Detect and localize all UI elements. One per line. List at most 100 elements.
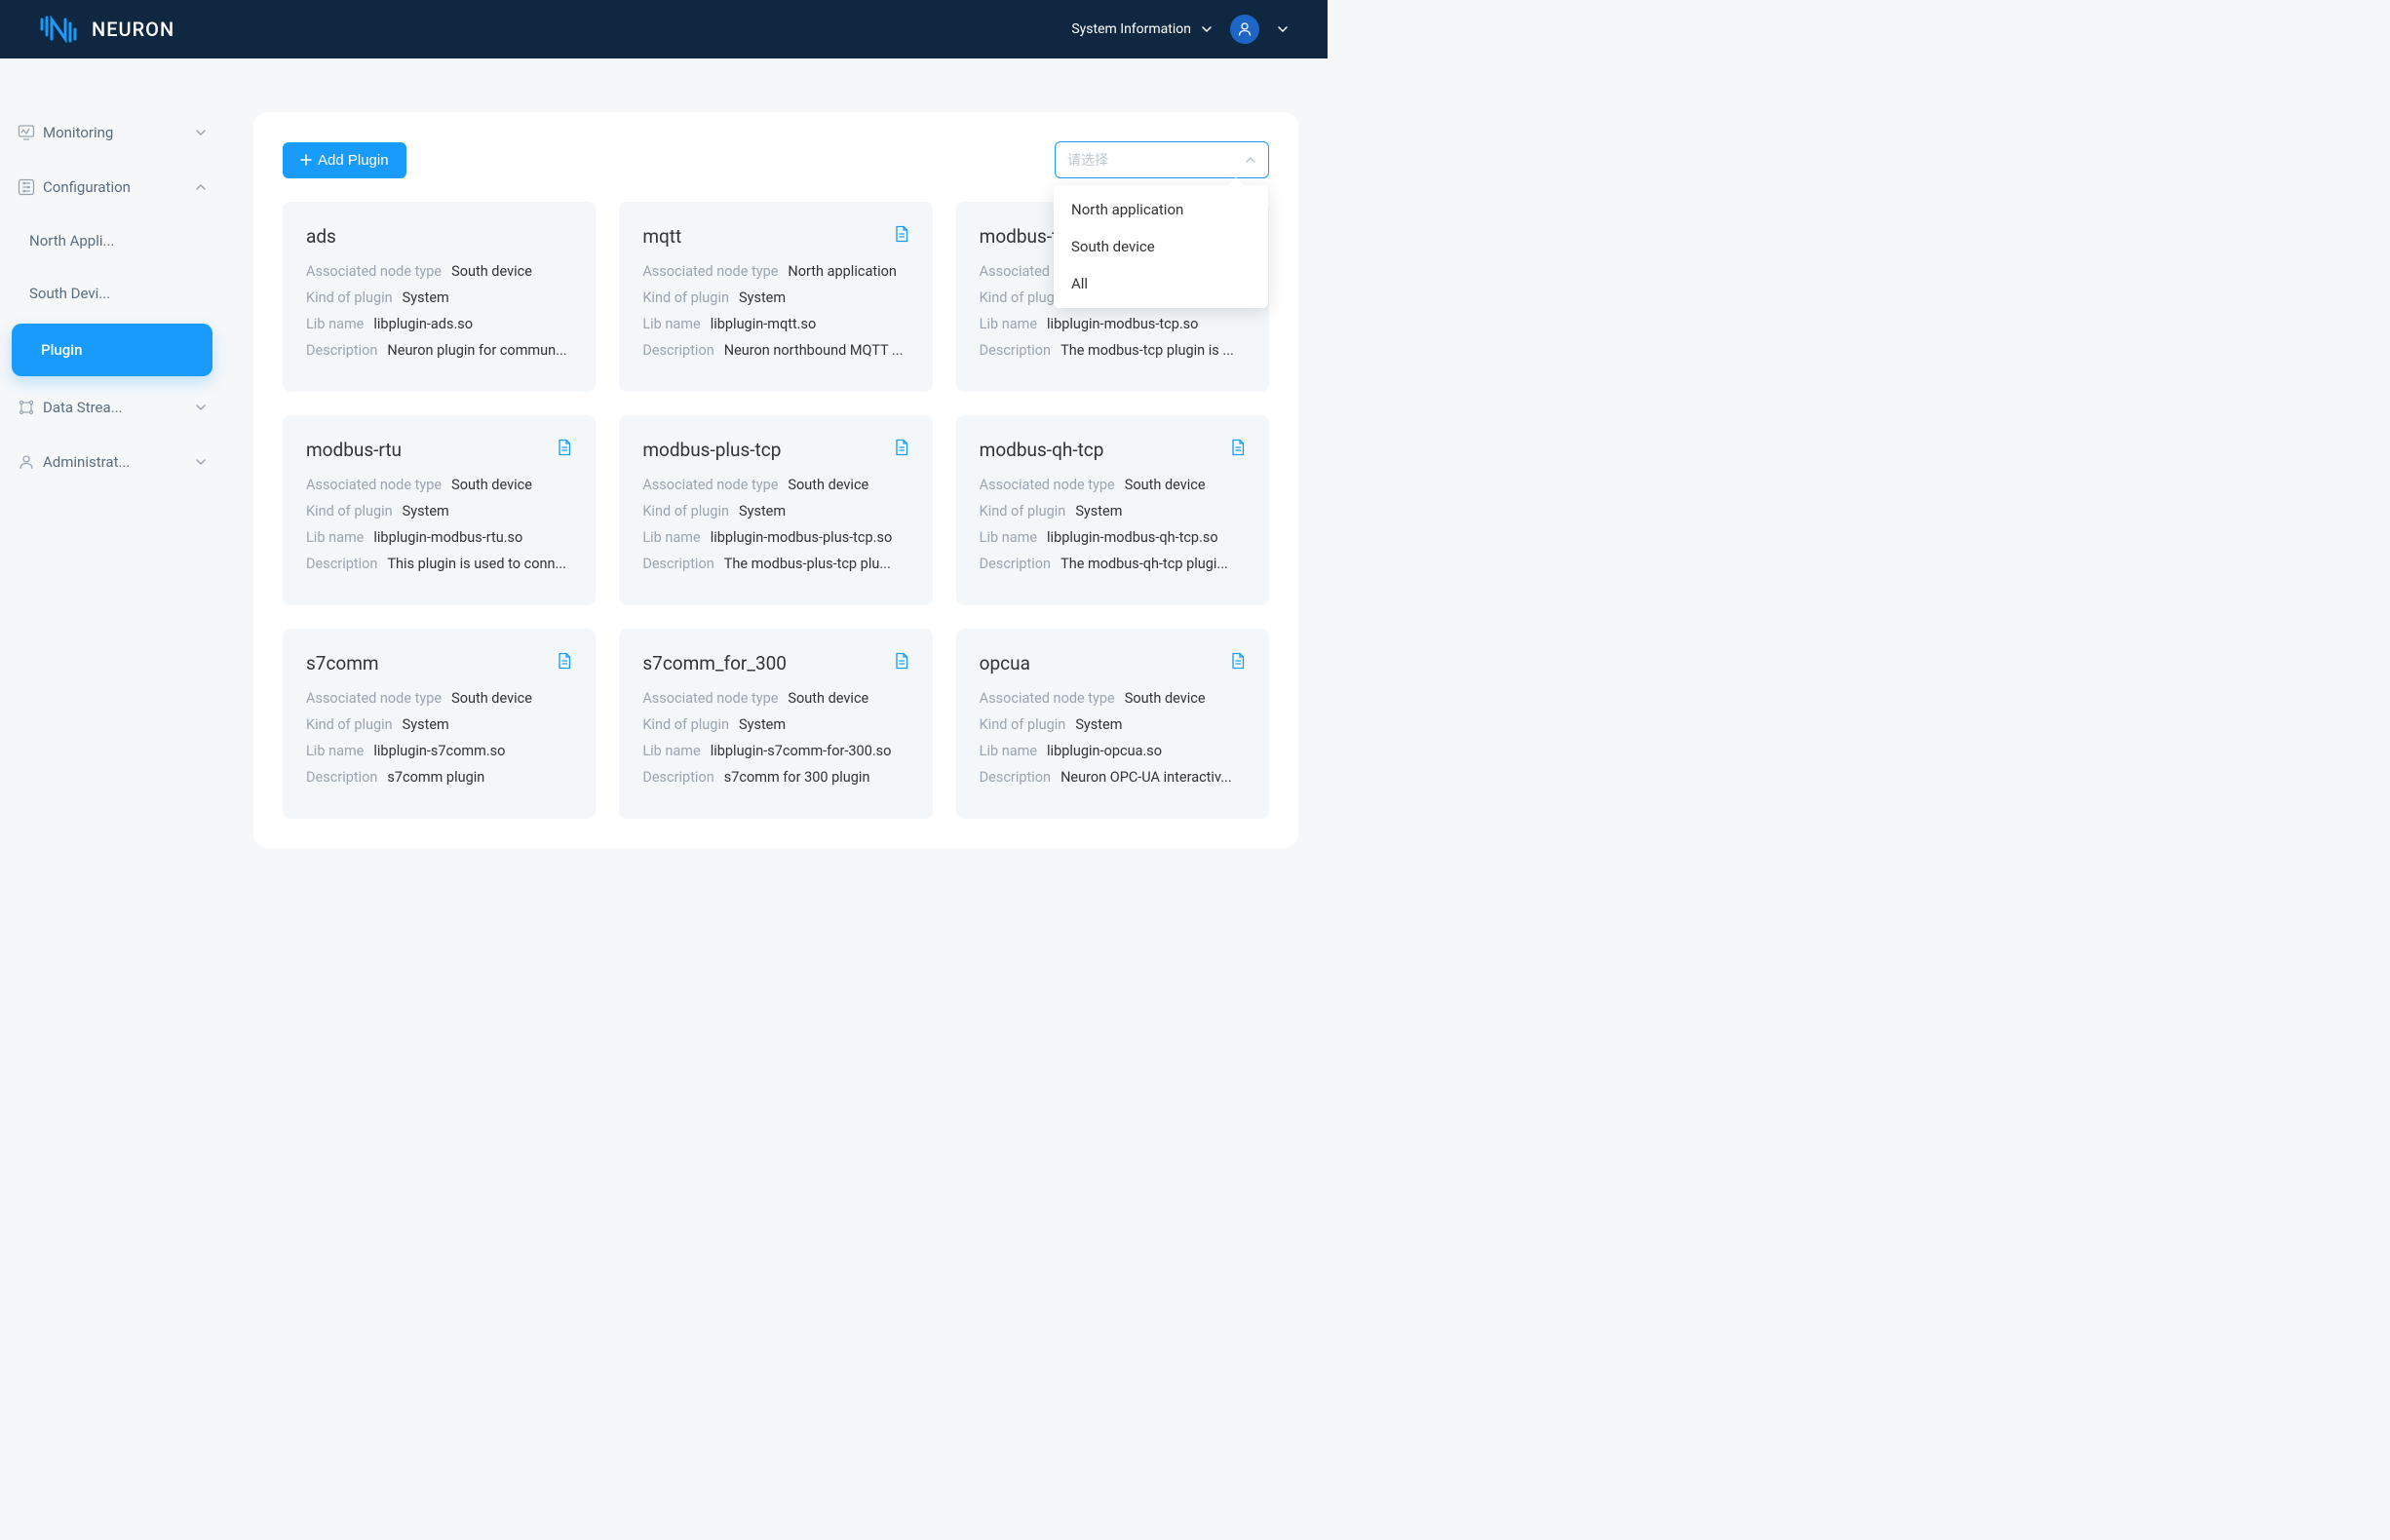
chevron-down-icon [195, 127, 207, 138]
system-information-menu[interactable]: System Information [1071, 21, 1213, 37]
panel-toolbar: Add Plugin 请选择 North application South d… [283, 141, 1269, 178]
field-label: Kind of plugin [642, 716, 729, 733]
plugin-name: opcua [980, 652, 1246, 674]
document-icon[interactable] [557, 652, 572, 670]
header: NEURON System Information [0, 0, 1328, 58]
sidebar-sub-south[interactable]: South Devi... [0, 267, 224, 320]
field-label: Associated node type [980, 690, 1115, 707]
field-label: Description [306, 556, 377, 572]
field-value: s7comm for 300 plugin [724, 769, 870, 786]
field-value: Neuron plugin for commun... [387, 342, 566, 359]
dropdown-option-south[interactable]: South device [1054, 228, 1268, 265]
field-value: libplugin-modbus-rtu.so [373, 529, 522, 546]
system-information-label: System Information [1071, 21, 1191, 37]
field-label: Description [980, 556, 1051, 572]
field-value: libplugin-s7comm.so [373, 743, 505, 759]
field-label: Description [642, 342, 713, 359]
document-icon[interactable] [894, 652, 909, 670]
user-avatar-button[interactable] [1230, 15, 1259, 44]
field-value: System [739, 716, 786, 733]
field-value: South device [1125, 477, 1206, 493]
sliders-icon [18, 178, 35, 196]
field-value: libplugin-modbus-tcp.so [1047, 316, 1198, 332]
plus-icon [300, 154, 312, 166]
sidebar-item-administration[interactable]: Administrat... [0, 435, 224, 489]
field-value: libplugin-modbus-plus-tcp.so [711, 529, 893, 546]
plugin-name: modbus-qh-tcp [980, 439, 1246, 461]
main-content: Add Plugin 请选择 North application South d… [224, 58, 1328, 856]
sidebar-sub-north[interactable]: North Appli... [0, 214, 224, 267]
field-label: Lib name [980, 316, 1037, 332]
field-label: Associated node type [306, 263, 442, 280]
document-icon[interactable] [1230, 439, 1246, 456]
brand-name: NEURON [92, 18, 174, 41]
field-label: Lib name [306, 316, 364, 332]
document-icon[interactable] [1230, 652, 1246, 670]
field-value: libplugin-modbus-qh-tcp.so [1047, 529, 1218, 546]
stream-icon [18, 399, 35, 416]
plugin-card: opcua Associated node type South device Kin… [956, 629, 1269, 819]
field-value: The modbus-qh-tcp plugi... [1060, 556, 1228, 572]
field-value: South device [451, 690, 532, 707]
field-value: The modbus-plus-tcp plu... [724, 556, 891, 572]
document-icon[interactable] [557, 439, 572, 456]
plugin-name: modbus-rtu [306, 439, 572, 461]
monitor-icon [18, 124, 35, 141]
field-value: South device [451, 263, 532, 280]
field-label: Lib name [980, 529, 1037, 546]
field-value: South device [1125, 690, 1206, 707]
field-label: Kind of plugin [980, 716, 1066, 733]
field-label: Kind of plugin [306, 503, 393, 520]
field-label: Associated node type [980, 477, 1115, 493]
sidebar: Monitoring Configuration North Appli... … [0, 58, 224, 856]
field-label: Lib name [980, 743, 1037, 759]
field-value: libplugin-ads.so [373, 316, 473, 332]
sidebar-label: Data Strea... [43, 399, 123, 416]
plugin-card: modbus-qh-tcp Associated node type South d… [956, 415, 1269, 605]
select-placeholder: 请选择 [1067, 150, 1108, 170]
field-label: Kind of plugin [642, 289, 729, 306]
dropdown-option-all[interactable]: All [1054, 265, 1268, 302]
field-value: Neuron OPC-UA interactiv... [1060, 769, 1232, 786]
plugin-card: mqttAssociated node typeNorth applicatio… [619, 202, 932, 392]
header-right: System Information [1071, 15, 1289, 44]
user-icon [1237, 21, 1253, 37]
sidebar-submenu-configuration: North Appli... South Devi... Plugin [0, 214, 224, 376]
field-value: System [1075, 503, 1122, 520]
plugin-type-select[interactable]: 请选择 North application South device All [1055, 141, 1269, 178]
add-plugin-label: Add Plugin [318, 152, 389, 169]
field-label: Kind of plugin [642, 503, 729, 520]
field-value: libplugin-s7comm-for-300.so [711, 743, 892, 759]
add-plugin-button[interactable]: Add Plugin [283, 142, 406, 178]
document-icon[interactable] [894, 439, 909, 456]
document-icon[interactable] [894, 225, 909, 243]
dropdown-option-north[interactable]: North application [1054, 191, 1268, 228]
field-label: Kind of plugin [306, 289, 393, 306]
field-value: System [1075, 716, 1122, 733]
field-label: Lib name [306, 529, 364, 546]
field-label: Associated node type [642, 263, 778, 280]
plugin-name: modbus-plus-tcp [642, 439, 908, 461]
chevron-down-icon [195, 456, 207, 468]
chevron-up-icon [195, 181, 207, 193]
sidebar-sub-plugin[interactable]: Plugin [12, 324, 212, 376]
chevron-up-icon [1245, 154, 1256, 166]
plugin-card: modbus-plus-tcpAssociated node typeSouth… [619, 415, 932, 605]
sidebar-item-monitoring[interactable]: Monitoring [0, 105, 224, 160]
sidebar-label: Administrat... [43, 453, 130, 471]
user-menu-chevron[interactable] [1277, 23, 1289, 35]
field-value: System [403, 289, 449, 306]
field-value: System [403, 503, 449, 520]
chevron-down-icon [1201, 23, 1213, 35]
plugin-panel: Add Plugin 请选择 North application South d… [253, 112, 1298, 848]
field-label: Kind of plugin [980, 289, 1066, 306]
chevron-down-icon [1277, 23, 1289, 35]
field-value: s7comm plugin [387, 769, 484, 786]
field-value: South device [788, 477, 868, 493]
sidebar-item-configuration[interactable]: Configuration [0, 160, 224, 214]
sidebar-item-data-stream[interactable]: Data Strea... [0, 380, 224, 435]
field-label: Description [642, 769, 713, 786]
field-label: Kind of plugin [980, 503, 1066, 520]
field-label: Associated node type [642, 690, 778, 707]
field-label: Associated node type [306, 477, 442, 493]
